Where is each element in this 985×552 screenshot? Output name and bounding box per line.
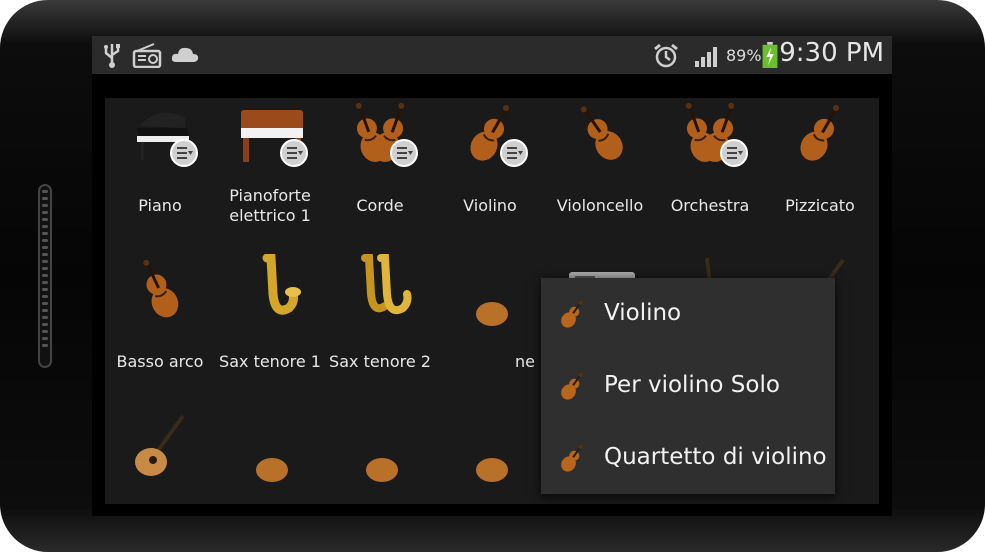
instrument-tile[interactable]: Basso arco: [105, 254, 215, 394]
popup-item-label: Violino: [604, 300, 682, 326]
radio-icon: [132, 43, 162, 68]
bass-guitar-icon: [476, 458, 508, 482]
instrument-tile[interactable]: Corde: [325, 98, 435, 238]
instrument-tile[interactable]: [105, 410, 215, 504]
instrument-tile[interactable]: Pianoforte elettrico 1: [215, 98, 325, 238]
instrument-label: Pianoforte elettrico 1: [229, 186, 311, 225]
submenu-badge-icon: [170, 139, 198, 167]
phone-side-grip: [38, 184, 52, 368]
submenu-badge-icon: [280, 139, 308, 167]
phone-frame: 89% 9:30 PM Piano Pianoforte elettrico 1 C…: [0, 0, 985, 552]
popup-item-per-violino-solo[interactable]: Per violino Solo: [541, 350, 835, 422]
guitar-icon: [366, 458, 398, 482]
instrument-tile[interactable]: [325, 410, 435, 504]
cloud-icon: [171, 47, 199, 62]
submenu-badge-icon: [500, 139, 528, 167]
cello-icon: [580, 106, 623, 160]
instrument-tile[interactable]: Orchestra: [655, 98, 765, 238]
instrument-label: Piano: [138, 196, 182, 215]
instrument-tile[interactable]: Violoncello: [545, 98, 655, 238]
popup-item-label: Quartetto di violino: [604, 444, 827, 470]
instrument-tile[interactable]: Sax tenore 2: [325, 254, 435, 394]
screen: 89% 9:30 PM Piano Pianoforte elettrico 1 C…: [92, 36, 892, 516]
instrument-label: Corde: [356, 196, 404, 215]
status-clock: 9:30 PM: [779, 38, 884, 68]
violin-icon: [561, 300, 583, 328]
submenu-badge-icon: [720, 139, 748, 167]
instrument-variant-popup: Violino Per violino Solo Quartetto di vi…: [541, 278, 835, 494]
instrument-label: Violoncello: [556, 196, 644, 215]
saxophones-icon: [361, 254, 412, 315]
nylon-guitar-icon: [135, 414, 185, 476]
instrument-label: Orchestra: [670, 196, 750, 215]
instrument-label: Pizzicato: [785, 196, 855, 215]
mandolin-icon: [256, 458, 288, 482]
instrument-tile[interactable]: Violino: [435, 98, 545, 238]
usb-icon: [104, 44, 120, 68]
violin-icon: [561, 372, 583, 400]
instrument-tile[interactable]: Piano: [105, 98, 215, 238]
violin-icon: [561, 444, 583, 472]
instrument-tile[interactable]: [215, 410, 325, 504]
instrument-label: Sax tenore 2: [329, 352, 431, 371]
saxophone-icon: [262, 254, 301, 315]
battery-charging-icon: [762, 42, 778, 68]
instrument-tile[interactable]: Sax tenore 1: [215, 254, 325, 394]
instrument-tile[interactable]: [435, 410, 545, 504]
popup-item-quartetto-di-violino[interactable]: Quartetto di violino: [541, 422, 835, 494]
popup-item-violino[interactable]: Violino: [541, 278, 835, 350]
instrument-label: Sax tenore 1: [219, 352, 321, 371]
instrument-label: Violino: [463, 196, 517, 215]
instrument-icon: [476, 302, 508, 326]
instrument-tile[interactable]: ne: [435, 254, 545, 394]
double-bass-icon: [143, 259, 179, 318]
battery-percent: 89%: [726, 46, 762, 65]
pizzicato-violin-icon: [800, 105, 839, 161]
instrument-label: Basso arco: [116, 352, 204, 371]
instrument-tile[interactable]: Pizzicato: [765, 98, 875, 238]
instrument-label: ne: [515, 352, 535, 371]
signal-icon: [695, 47, 717, 67]
submenu-badge-icon: [390, 139, 418, 167]
alarm-icon: [654, 43, 678, 68]
status-bar: 89% 9:30 PM: [92, 36, 892, 74]
popup-item-label: Per violino Solo: [604, 372, 780, 398]
